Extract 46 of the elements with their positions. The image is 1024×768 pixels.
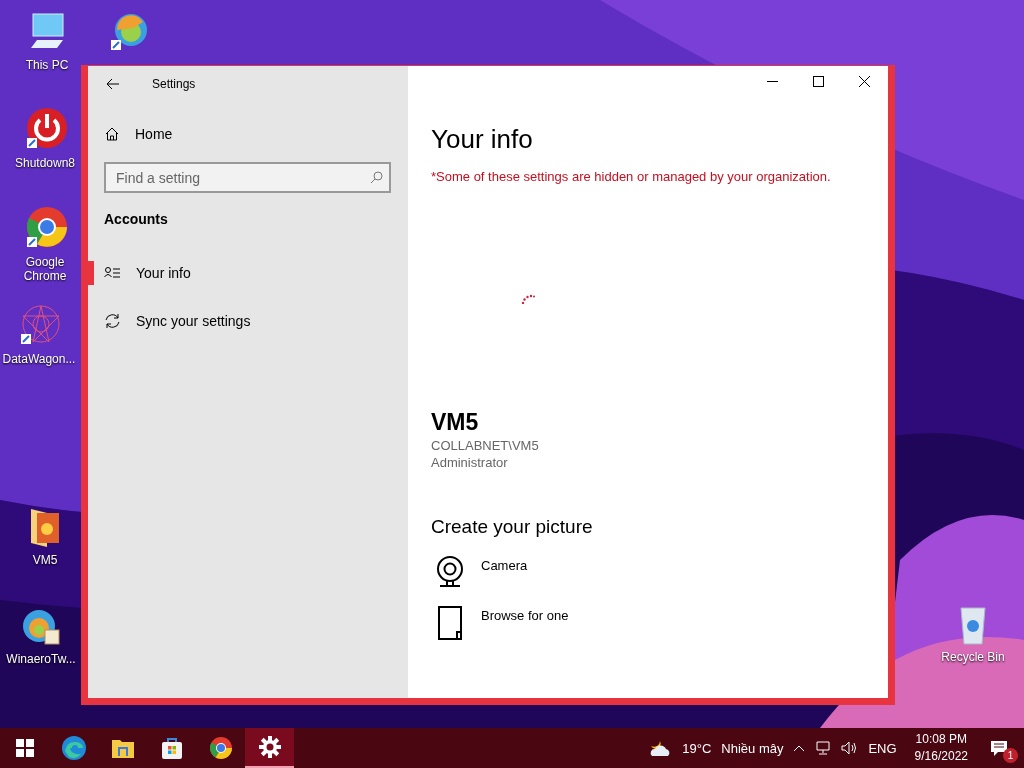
- person-list-icon: [104, 266, 121, 280]
- chevron-up-icon[interactable]: [793, 744, 806, 752]
- back-arrow-icon[interactable]: [106, 78, 120, 90]
- search-field[interactable]: Find a setting: [104, 162, 391, 193]
- webcam-icon[interactable]: [435, 556, 465, 588]
- chrome-icon: [208, 736, 233, 760]
- shopping-bag-icon: [159, 736, 184, 760]
- network-icon[interactable]: [815, 741, 832, 755]
- folder-icon: [110, 737, 135, 759]
- page-heading: Your info: [431, 124, 533, 155]
- option-link[interactable]: Camera: [481, 558, 528, 573]
- home-icon: [104, 126, 120, 142]
- close-icon[interactable]: [859, 76, 870, 87]
- volume-icon[interactable]: [841, 741, 859, 755]
- policy-notice: *Some of these settings are hidden or managed by your organization.: [431, 169, 831, 184]
- section-heading: Accounts: [104, 211, 169, 227]
- option-link[interactable]: Browse for one: [481, 608, 569, 623]
- windows-logo-icon: [15, 739, 34, 757]
- edge-icon: [60, 735, 87, 761]
- notification-icon[interactable]: [990, 739, 1008, 757]
- file-icon[interactable]: [435, 606, 465, 640]
- desktop-icon-label[interactable]: Google Chrome: [6, 255, 84, 283]
- desktop-icon-label[interactable]: DataWagon...: [2, 352, 76, 366]
- account-role: Administrator: [431, 455, 508, 470]
- sync-icon: [104, 313, 121, 329]
- desktop-icon-label[interactable]: This PC: [25, 58, 69, 72]
- maximize-icon[interactable]: [813, 76, 824, 87]
- notification-badge: 1: [1003, 748, 1018, 763]
- sidebar-item[interactable]: Sync your settings: [104, 310, 408, 332]
- sidebar-item[interactable]: Your info: [104, 262, 408, 284]
- user-name: VM5: [431, 409, 479, 436]
- weather-temperature[interactable]: 19°C: [682, 740, 712, 756]
- desktop-icon-label[interactable]: Shutdown8: [14, 156, 75, 170]
- desktop-icon-label[interactable]: WinaeroTw...: [6, 652, 76, 666]
- loading-spinner-icon: [521, 294, 535, 304]
- home-link[interactable]: Home: [104, 123, 408, 145]
- search-icon[interactable]: [370, 171, 383, 184]
- section-heading: Create your picture: [431, 516, 593, 538]
- desktop-icon-label[interactable]: VM5: [32, 553, 58, 567]
- language-indicator[interactable]: ENG: [868, 740, 897, 756]
- clock[interactable]: 10:08 PM 9/16/2022: [914, 731, 968, 765]
- weather-condition[interactable]: Nhiều mây: [721, 740, 784, 756]
- window-title: Settings: [152, 77, 196, 91]
- gear-icon: [258, 736, 281, 758]
- taskbar-button[interactable]: [245, 728, 294, 768]
- account-name: COLLABNET\VM5: [431, 438, 539, 453]
